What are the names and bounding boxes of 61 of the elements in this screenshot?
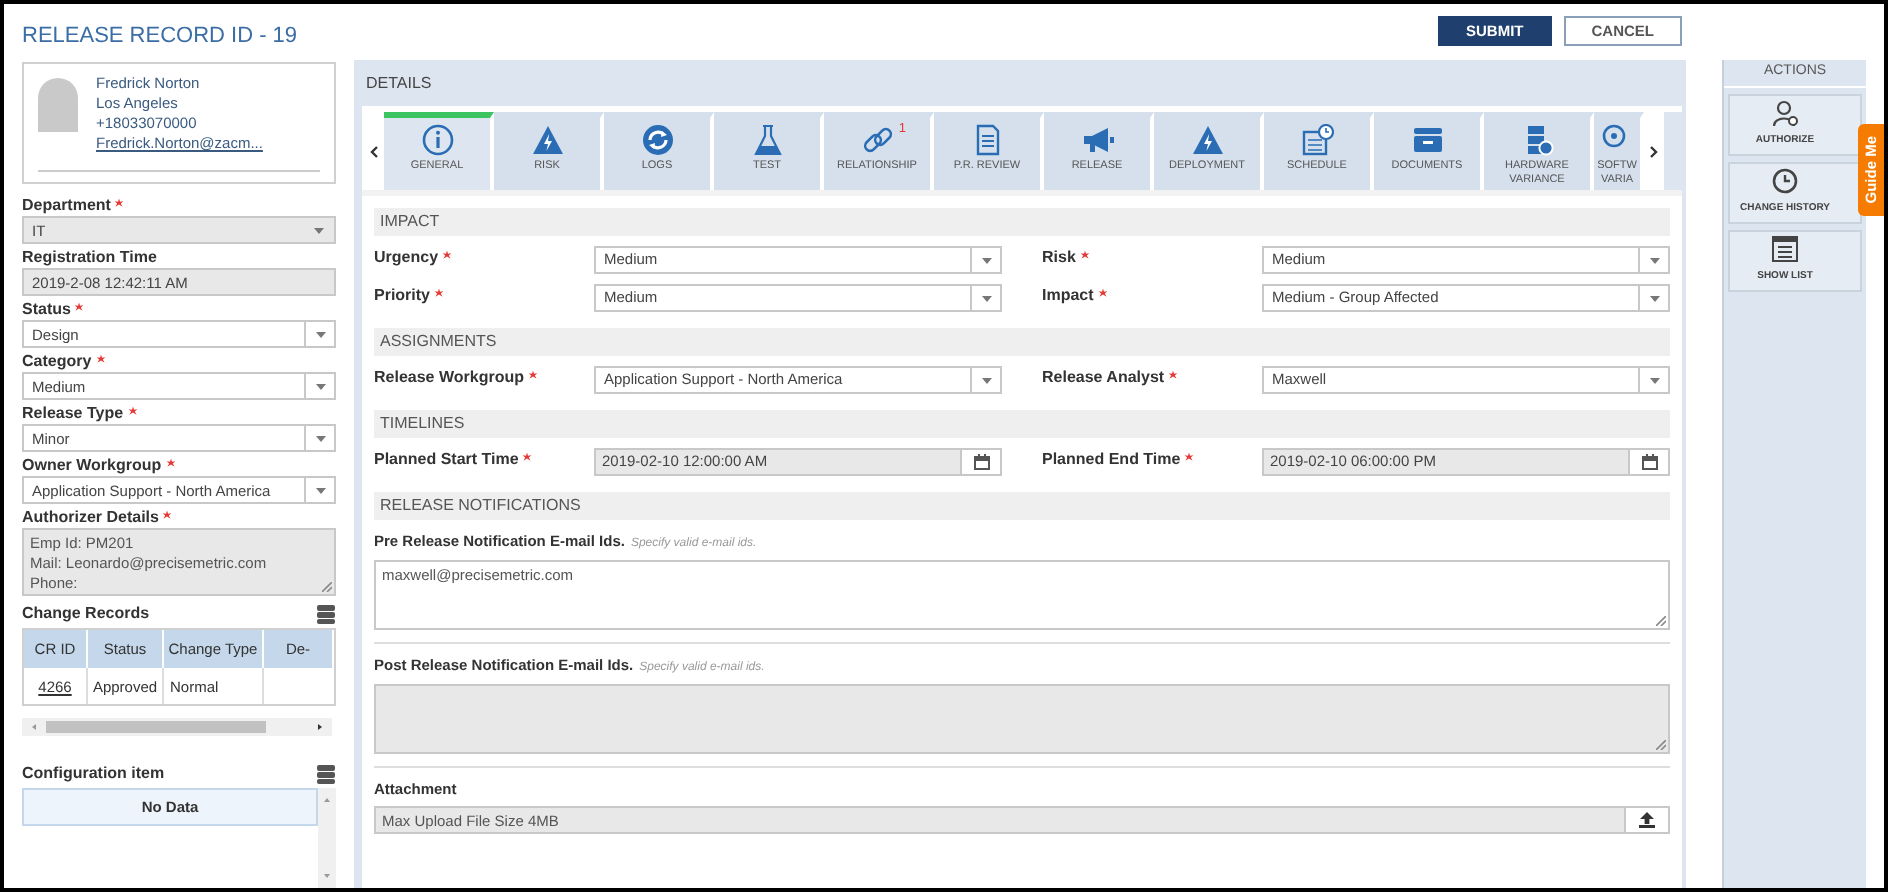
field-label: Planned End Time — [1042, 448, 1181, 470]
field-label: Status — [22, 298, 71, 321]
list-icon — [1772, 236, 1798, 265]
refresh-icon — [641, 124, 673, 156]
warning-icon — [531, 124, 563, 156]
calendar-icon — [1641, 454, 1657, 470]
database-icon — [316, 763, 336, 784]
field-label: Release Workgroup — [374, 366, 524, 388]
drawer-icon — [1411, 124, 1443, 156]
panel-title: DETAILS — [364, 71, 434, 95]
flask-icon — [751, 124, 783, 156]
field-label: Registration Time — [22, 246, 157, 269]
field-label: Planned Start Time — [374, 448, 519, 470]
section-label: Configuration item — [22, 761, 165, 786]
field-label: Risk — [1042, 246, 1076, 268]
field-label: Release Type — [22, 402, 124, 425]
history-icon — [1772, 168, 1798, 197]
person-icon — [1772, 100, 1798, 129]
info-icon — [421, 124, 453, 156]
resize-grip-icon — [322, 582, 332, 593]
section-header: RELEASE NOTIFICATIONS — [374, 492, 1670, 520]
caret-icon — [1649, 377, 1659, 383]
chevron-right-icon — [1650, 145, 1658, 157]
field-label: Urgency — [374, 246, 439, 268]
photo-placeholder — [38, 78, 78, 132]
vertical-scrollbar — [318, 788, 336, 888]
caret-icon — [981, 377, 991, 383]
caret-icon — [315, 331, 325, 338]
caret-icon — [1649, 295, 1659, 301]
chevron-left-icon — [369, 145, 377, 157]
resize-grip-icon — [1656, 740, 1666, 750]
warning-icon — [1191, 124, 1223, 156]
caret-icon — [315, 383, 325, 390]
link-icon — [861, 124, 893, 156]
calendar-icon — [973, 454, 989, 470]
section-label: Change Records — [22, 601, 150, 626]
section-header: IMPACT — [374, 208, 1670, 236]
database-icon — [316, 603, 336, 624]
section-header: TIMELINES — [374, 410, 1670, 438]
field-label: Category — [22, 350, 92, 373]
field-label: Priority — [374, 284, 431, 306]
upload-icon — [1638, 812, 1656, 829]
field-label: Department — [22, 194, 111, 217]
scroll-left-button[interactable] — [362, 112, 384, 190]
caret-icon — [1649, 257, 1659, 263]
caret-icon — [315, 487, 325, 494]
megaphone-icon — [1081, 124, 1113, 156]
document-icon — [971, 124, 1003, 156]
page-title: RELEASE RECORD ID - 19 — [22, 22, 300, 52]
field-label: Owner Workgroup — [22, 454, 162, 477]
calendar-icon — [1301, 124, 1333, 156]
caret-icon — [315, 435, 325, 442]
caret-icon — [314, 227, 324, 234]
caret-icon — [981, 257, 991, 263]
scroll-right-button[interactable] — [1644, 112, 1664, 190]
section-header: ASSIGNMENTS — [374, 328, 1670, 356]
field-label: Impact — [1042, 284, 1094, 306]
caret-icon — [981, 295, 991, 301]
field-label: Authorizer Details — [22, 506, 159, 529]
field-label: Release Analyst — [1042, 366, 1165, 388]
resize-grip-icon — [1656, 616, 1666, 626]
